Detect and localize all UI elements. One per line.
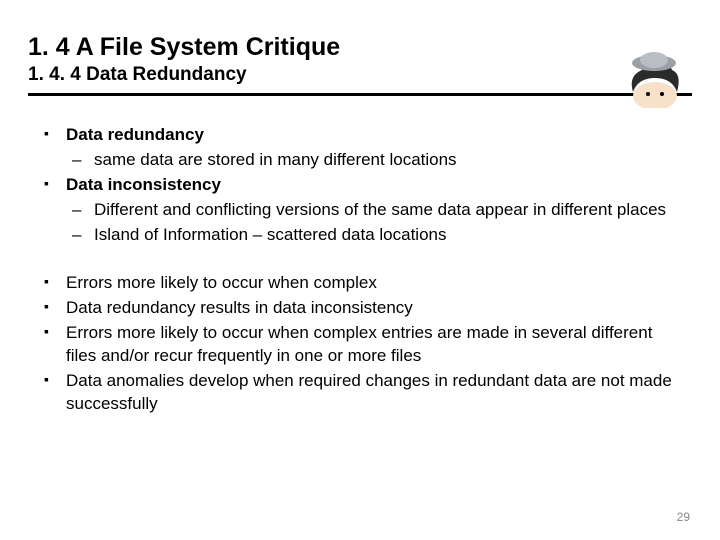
list-subitem: same data are stored in many different l…: [72, 149, 676, 172]
slide-subtitle: 1. 4. 4 Data Redundancy: [28, 64, 692, 87]
bullet-group-1: Data redundancy same data are stored in …: [44, 124, 676, 247]
page-number: 29: [677, 510, 690, 524]
list-item: Data anomalies develop when required cha…: [44, 370, 676, 416]
slide-header: 1. 4 A File System Critique 1. 4. 4 Data…: [0, 0, 720, 104]
list-subitem: Island of Information – scattered data l…: [72, 224, 676, 247]
title-divider: [28, 93, 692, 96]
slide-content: Data redundancy same data are stored in …: [0, 104, 720, 416]
list-item: Errors more likely to occur when complex: [44, 272, 676, 295]
list-item: Errors more likely to occur when complex…: [44, 322, 676, 368]
avatar-icon: [622, 48, 688, 108]
list-item: Data inconsistency: [44, 174, 676, 197]
list-subitem: Different and conflicting versions of th…: [72, 199, 676, 222]
slide-title: 1. 4 A File System Critique: [28, 32, 692, 62]
bullet-group-2: Errors more likely to occur when complex…: [44, 272, 676, 416]
slide: 1. 4 A File System Critique 1. 4. 4 Data…: [0, 0, 720, 540]
list-item: Data redundancy results in data inconsis…: [44, 297, 676, 320]
list-item: Data redundancy: [44, 124, 676, 147]
